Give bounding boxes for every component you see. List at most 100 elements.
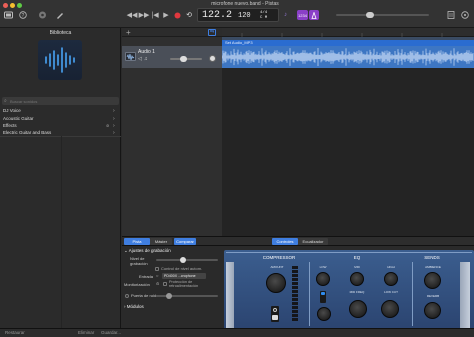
help-icon[interactable]: ? [18,10,27,20]
svg-text:?: ? [21,13,24,19]
low-cut-knob[interactable] [381,300,399,318]
chevron-right-icon: › [113,123,115,129]
minimize-window-button[interactable] [10,3,15,8]
auto-level-label: Control de nivel autom. [161,266,203,271]
eq-drive-knob[interactable] [317,307,331,321]
eq-on-switch[interactable] [320,291,326,303]
track-volume-slider[interactable] [170,56,202,62]
play-icon[interactable]: ▶ [161,10,171,20]
notepad-icon[interactable] [446,10,456,20]
ruler[interactable] [222,28,474,37]
meter-segment [292,290,298,293]
record-level-handle[interactable] [180,257,186,263]
tab-pista[interactable]: Pista [124,238,150,245]
waveform-track-icon [125,52,136,61]
mute-icon[interactable]: ◁ [138,56,142,62]
add-track-button[interactable]: + [126,28,131,37]
tab-master[interactable]: Máster [150,238,172,245]
record-level-slider[interactable] [156,257,218,263]
track-headers: + ⇆ Audio 1 ◁ ♫ [122,28,222,236]
record-icon[interactable] [172,10,182,20]
mid-knob[interactable] [350,272,364,286]
metronome-icon[interactable] [309,10,319,20]
auto-level-checkbox[interactable] [155,267,159,271]
library-search-input[interactable] [10,98,110,104]
monitoring-icon[interactable]: ⊙ [156,281,159,286]
right-panel-edge [460,262,470,328]
monitoring-label: Monitorización [124,282,150,287]
high-knob[interactable] [384,272,398,286]
headphones-icon[interactable]: ♫ [144,56,148,62]
count-in-button[interactable]: 1234 [297,10,308,20]
master-volume-handle[interactable] [366,12,374,18]
tab-equalizer[interactable]: Ecualizador [298,238,328,245]
lcd-display[interactable]: 122.2 120 4/4 C M [197,8,279,22]
amount-knob[interactable] [266,273,286,293]
noise-gate-slider[interactable] [156,293,218,299]
amount-label: AMOUNT [270,265,284,269]
save-button[interactable]: Guardar... [101,330,121,335]
section-header[interactable]: ⌄ Ajustes de grabación [124,248,171,254]
modules-header[interactable]: › Módulos [124,304,144,309]
left-panel-edge [226,262,234,328]
library-icon[interactable] [3,10,13,20]
track-header-audio-1[interactable]: Audio 1 ◁ ♫ [122,46,222,68]
library-search-field[interactable]: ⌕ [2,97,119,105]
meter-segment [292,274,298,277]
tab-controls[interactable]: Controles [272,238,298,245]
meter-segment [292,314,298,317]
smart-controls-icon[interactable] [37,10,47,20]
playhead-position: 122.2 [202,10,233,21]
compare-button[interactable]: Comparar [174,238,196,245]
audio-waveform [221,48,474,66]
library-item[interactable]: Effects [3,123,17,128]
audio-region[interactable] [221,46,474,68]
rewind-icon[interactable]: ◀◀ [127,10,138,20]
maximize-window-button[interactable] [17,3,22,8]
meter-segment [292,286,298,289]
compressor-on-switch[interactable] [271,306,279,322]
go-to-start-icon[interactable]: |◀ [150,10,160,20]
chevron-right-icon: › [113,116,115,122]
tuner-icon[interactable]: ♪ [282,9,289,20]
library-panel: Biblioteca ⌕ DJ Voice Acoustic Guitar Ef… [0,28,121,328]
inspector-panel: ⌄ Ajustes de grabación Nivel de grabació… [122,246,223,328]
loops-icon[interactable] [460,10,470,20]
meter-segment [292,298,298,301]
region-name: Set Audio_MP3 [225,40,253,45]
feedback-protection-checkbox[interactable] [163,282,167,286]
edit-icon[interactable] [55,11,65,19]
edit-circle-icon[interactable]: ⊘ [106,123,109,128]
meter-segment [292,270,298,273]
meter-segment [292,282,298,285]
noise-gate-handle[interactable] [166,293,172,299]
noise-gate-toggle[interactable] [125,294,129,298]
fast-forward-icon[interactable]: ▶▶ [139,10,150,20]
mid-freq-knob[interactable] [349,300,367,318]
low-knob[interactable] [316,272,330,286]
filter-icon[interactable]: ⇆ [208,29,217,36]
library-item[interactable]: DJ Voice [3,108,21,113]
delete-button[interactable]: Eliminar [78,330,94,335]
cycle-icon[interactable]: ⟲ [184,10,194,20]
library-item[interactable]: Acoustic Guitar [3,116,34,121]
meter-segment [292,302,298,305]
restore-button[interactable]: Restaurar [5,330,25,335]
track-volume-handle[interactable] [180,56,187,62]
patch-icon [38,40,82,80]
reverb-knob[interactable] [424,302,441,319]
library-item[interactable]: Electric Guitar and Bass [3,130,51,135]
mid-freq-label: MID FREQ [349,290,365,294]
track-headers-toolbar: + ⇆ [122,28,222,37]
divider [61,136,62,328]
empty-track-area [222,68,474,236]
ambience-knob[interactable] [424,272,441,289]
pan-knob[interactable] [209,55,216,62]
input-select[interactable]: PD400X ...crophone [162,273,206,279]
power-icon [273,308,277,312]
close-window-button[interactable] [3,3,8,8]
mono-icon[interactable]: ○ [156,273,160,278]
feedback-protection-label: Protección de retroalimentación [169,280,199,289]
sends-title: SENDS [424,255,440,260]
master-volume-slider[interactable] [336,12,429,18]
